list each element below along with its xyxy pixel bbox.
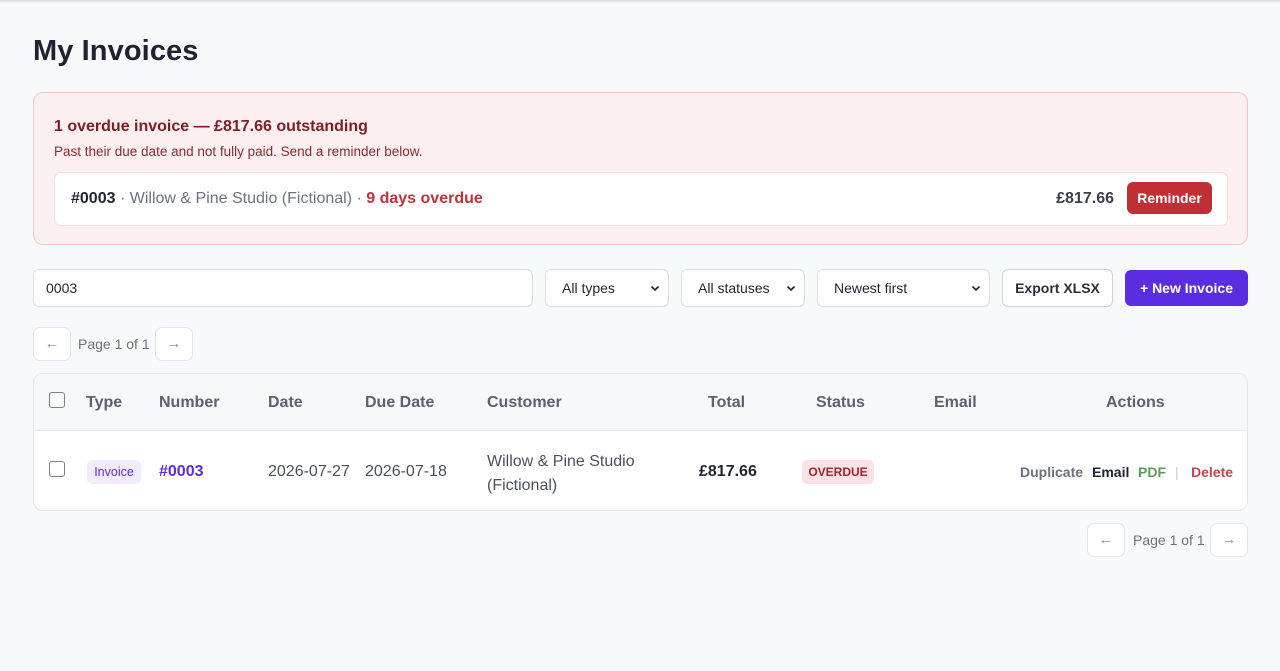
overdue-item-number: #0003 [71, 190, 116, 207]
alert-subtitle: Past their due date and not fully paid. … [54, 144, 423, 159]
status-filter-value: All statuses [698, 280, 770, 296]
table-header: Type Number Date Due Date Customer Total… [34, 374, 1247, 431]
chevron-down-icon [786, 285, 796, 292]
status-filter-select[interactable]: All statuses [681, 269, 805, 307]
overdue-item-amount: £817.66 [1056, 190, 1114, 207]
page-indicator: Page 1 of 1 [1133, 532, 1205, 548]
prev-page-button[interactable]: ← [1087, 523, 1125, 557]
overdue-item: #0003 · Willow & Pine Studio (Fictional)… [54, 172, 1228, 226]
status-badge: OVERDUE [802, 460, 874, 484]
invoice-date: 2026-07-27 [268, 463, 350, 480]
prev-page-button[interactable]: ← [33, 327, 71, 361]
reminder-button[interactable]: Reminder [1127, 182, 1212, 214]
next-page-button[interactable]: → [155, 327, 193, 361]
next-page-button[interactable]: → [1210, 523, 1248, 557]
alert-title: 1 overdue invoice — £817.66 outstanding [54, 118, 368, 135]
overdue-alert: 1 overdue invoice — £817.66 outstanding … [33, 92, 1248, 245]
duplicate-button[interactable]: Duplicate [1020, 464, 1083, 480]
column-header-type: Type [86, 394, 123, 411]
column-header-total: Total [708, 394, 746, 411]
type-filter-value: All types [562, 280, 615, 296]
select-all-checkbox[interactable] [49, 392, 65, 408]
column-header-email: Email [934, 394, 977, 411]
pagination-bottom: ← Page 1 of 1 → [1087, 523, 1248, 557]
invoice-customer: Willow & Pine Studio (Fictional) [487, 453, 635, 494]
export-xlsx-button[interactable]: Export XLSX [1002, 269, 1113, 307]
delete-button[interactable]: Delete [1191, 464, 1233, 480]
sort-select[interactable]: Newest first [817, 269, 990, 307]
search-input[interactable]: 0003 [33, 269, 533, 307]
invoice-due-date: 2026-07-18 [365, 463, 447, 480]
pagination-top: ← Page 1 of 1 → [33, 327, 193, 361]
column-header-customer: Customer [487, 394, 562, 411]
pdf-button[interactable]: PDF [1138, 464, 1166, 480]
page-title: My Invoices [33, 35, 199, 67]
type-badge: Invoice [87, 460, 141, 484]
page-indicator: Page 1 of 1 [78, 336, 150, 352]
actions-separator: | [1175, 464, 1179, 480]
overdue-item-days: 9 days overdue [366, 190, 483, 207]
top-shadow [0, 0, 1280, 3]
chevron-down-icon [971, 285, 981, 292]
separator-dot: · [356, 190, 367, 207]
email-button[interactable]: Email [1092, 464, 1129, 480]
column-header-number: Number [159, 394, 220, 411]
invoice-table: Type Number Date Due Date Customer Total… [33, 373, 1248, 511]
column-header-status: Status [816, 394, 865, 411]
column-header-date: Date [268, 394, 303, 411]
column-header-actions: Actions [1106, 394, 1165, 411]
chevron-down-icon [650, 285, 660, 292]
overdue-item-info: #0003 · Willow & Pine Studio (Fictional)… [71, 190, 483, 208]
row-checkbox[interactable] [49, 461, 65, 477]
invoice-total: £817.66 [699, 463, 757, 480]
new-invoice-button[interactable]: + New Invoice [1125, 270, 1248, 306]
separator-dot: · [119, 190, 130, 207]
type-filter-select[interactable]: All types [545, 269, 669, 307]
toolbar: 0003 All types All statuses Newest first… [33, 269, 1248, 308]
sort-value: Newest first [834, 280, 908, 296]
column-header-due-date: Due Date [365, 394, 435, 411]
invoice-number-link[interactable]: #0003 [159, 463, 204, 481]
overdue-item-customer: Willow & Pine Studio (Fictional) [129, 190, 353, 207]
